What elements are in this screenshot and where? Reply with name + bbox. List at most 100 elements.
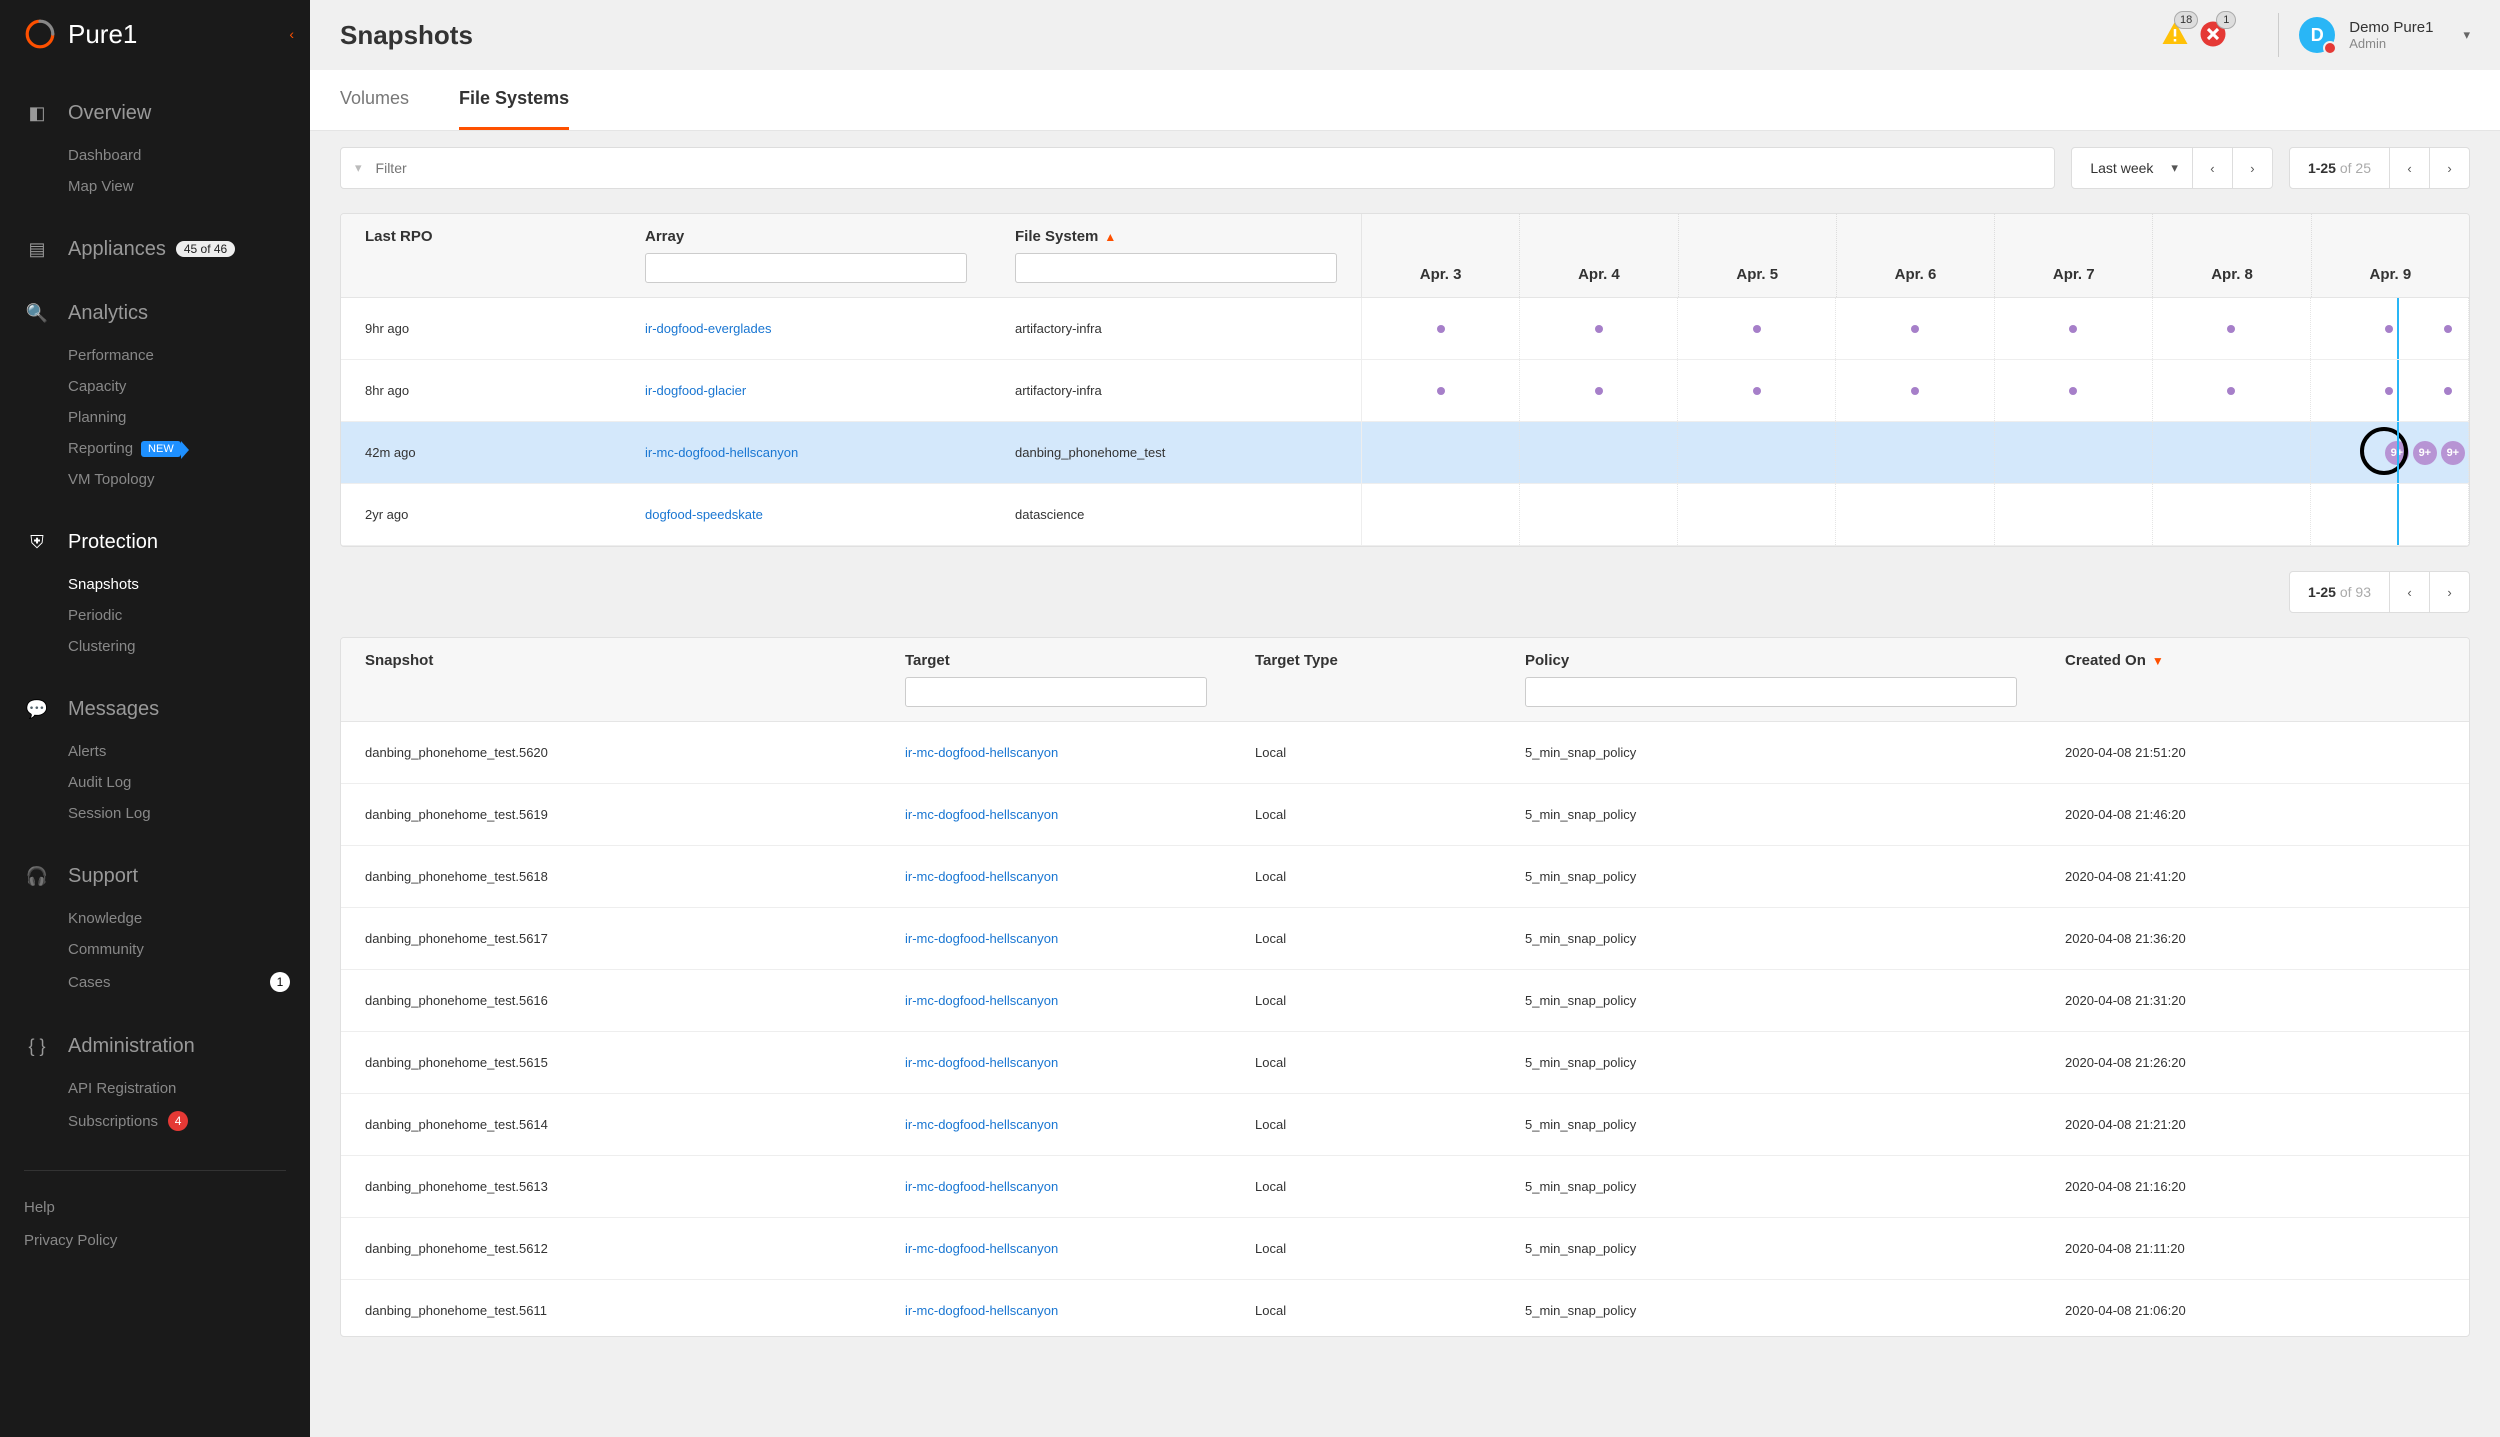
nav-privacy[interactable]: Privacy Policy — [24, 1224, 286, 1257]
nav-item-cases[interactable]: Cases 1 — [68, 965, 310, 999]
col-created-header[interactable]: Created On ▼ — [2065, 652, 2445, 669]
target-filter-input[interactable] — [905, 677, 1207, 707]
col-policy-header[interactable]: Policy — [1525, 652, 2017, 669]
nav-overview[interactable]: ◧ Overview — [0, 90, 310, 136]
toolbar: ▾ Last week ▾ ‹ › 1-25 of 25 ‹ › — [340, 147, 2470, 189]
snapshot-row[interactable]: danbing_phonehome_test.5614ir-mc-dogfood… — [341, 1094, 2469, 1156]
user-menu[interactable]: D Demo Pure1 Admin ▾ — [2299, 17, 2470, 53]
pager-prev-button[interactable]: ‹ — [2389, 147, 2429, 189]
nav-item-clustering[interactable]: Clustering — [68, 631, 310, 662]
nav-item-alerts[interactable]: Alerts — [68, 736, 310, 767]
nav-item-subs[interactable]: Subscriptions 4 — [68, 1104, 310, 1138]
array-link[interactable]: ir-dogfood-glacier — [645, 383, 746, 398]
tab-volumes[interactable]: Volumes — [340, 70, 409, 130]
fs-filter-input[interactable] — [1015, 253, 1337, 283]
timeline-row[interactable]: 2yr agodogfood-speedskatedatascience — [341, 484, 2469, 546]
array-link[interactable]: ir-dogfood-everglades — [645, 321, 771, 336]
overview-icon: ◧ — [24, 100, 50, 126]
array-link[interactable]: dogfood-speedskate — [645, 507, 763, 522]
snapshot-row[interactable]: danbing_phonehome_test.5613ir-mc-dogfood… — [341, 1156, 2469, 1218]
target-link[interactable]: ir-mc-dogfood-hellscanyon — [905, 807, 1058, 822]
alert-warning-icon[interactable]: 18 — [2160, 19, 2190, 52]
nav-item-auditlog[interactable]: Audit Log — [68, 767, 310, 798]
col-fs-label: File System — [1015, 228, 1098, 245]
nav-support[interactable]: 🎧 Support — [0, 853, 310, 899]
range-next-button[interactable]: › — [2232, 147, 2272, 189]
target-link[interactable]: ir-mc-dogfood-hellscanyon — [905, 1303, 1058, 1318]
nav-item-sessionlog[interactable]: Session Log — [68, 798, 310, 829]
nav-admin[interactable]: { } Administration — [0, 1023, 310, 1069]
nav-item-snapshots[interactable]: Snapshots — [68, 569, 310, 600]
cell-targettype: Local — [1231, 1303, 1501, 1318]
snapshot-row[interactable]: danbing_phonehome_test.5618 ir-mc-dogfood… — [341, 846, 2469, 908]
filter-field[interactable] — [376, 160, 2041, 176]
col-rpo-header[interactable]: Last RPO — [365, 228, 597, 245]
nav-protection[interactable]: ⛨ Protection — [0, 519, 310, 565]
nav-item-performance[interactable]: Performance — [68, 340, 310, 371]
col-array-header[interactable]: Array — [645, 228, 967, 245]
col-target-header[interactable]: Target — [905, 652, 1207, 669]
cell-policy: 5_min_snap_policy — [1501, 1241, 2041, 1256]
nav-overview-label: Overview — [68, 102, 151, 125]
nav-item-mapview[interactable]: Map View — [68, 171, 310, 202]
target-link[interactable]: ir-mc-dogfood-hellscanyon — [905, 1055, 1058, 1070]
timeline-row[interactable]: 8hr agoir-dogfood-glacierartifactory-inf… — [341, 360, 2469, 422]
target-link[interactable]: ir-mc-dogfood-hellscanyon — [905, 993, 1058, 1008]
collapse-sidebar-icon[interactable]: ‹ — [289, 26, 294, 42]
snapshot-row[interactable]: danbing_phonehome_test.5616ir-mc-dogfood… — [341, 970, 2469, 1032]
messages-icon: 💬 — [24, 696, 50, 722]
nav-analytics[interactable]: 🔍 Analytics — [0, 290, 310, 336]
nav-item-capacity[interactable]: Capacity — [68, 371, 310, 402]
pager-next-button[interactable]: › — [2429, 147, 2469, 189]
nav-item-reporting[interactable]: Reporting NEW — [68, 433, 310, 464]
day-cell — [2311, 360, 2469, 421]
range-selector[interactable]: Last week ▾ ‹ › — [2071, 147, 2273, 189]
cell-targettype: Local — [1231, 807, 1501, 822]
day-cell — [1520, 298, 1678, 359]
nav-item-knowledge[interactable]: Knowledge — [68, 903, 310, 934]
timeline-header: Last RPO Array File System ▲ Apr. 3Apr. … — [341, 214, 2469, 298]
array-filter-input[interactable] — [645, 253, 967, 283]
pager-next-button[interactable]: › — [2429, 571, 2469, 613]
tab-filesystems[interactable]: File Systems — [459, 70, 569, 130]
target-link[interactable]: ir-mc-dogfood-hellscanyon — [905, 745, 1058, 760]
array-link[interactable]: ir-mc-dogfood-hellscanyon — [645, 445, 798, 460]
cell-snapshot: danbing_phonehome_test.5618 — [341, 869, 881, 884]
col-snapshot-header[interactable]: Snapshot — [365, 652, 857, 669]
snapshot-row[interactable]: danbing_phonehome_test.5612ir-mc-dogfood… — [341, 1218, 2469, 1280]
pager-prev-button[interactable]: ‹ — [2389, 571, 2429, 613]
timeline-row[interactable]: 9hr agoir-dogfood-evergladesartifactory-… — [341, 298, 2469, 360]
filter-input[interactable]: ▾ — [340, 147, 2055, 189]
cell-targettype: Local — [1231, 1179, 1501, 1194]
snapshot-row[interactable]: danbing_phonehome_test.5615ir-mc-dogfood… — [341, 1032, 2469, 1094]
nav-item-vmtopology[interactable]: VM Topology — [68, 464, 310, 495]
avatar-initial: D — [2311, 25, 2324, 46]
cell-created: 2020-04-08 21:21:20 — [2041, 1117, 2469, 1132]
target-link[interactable]: ir-mc-dogfood-hellscanyon — [905, 1241, 1058, 1256]
snapshot-row[interactable]: danbing_phonehome_test.5611ir-mc-dogfood… — [341, 1280, 2469, 1337]
target-link[interactable]: ir-mc-dogfood-hellscanyon — [905, 1179, 1058, 1194]
nav-item-periodic[interactable]: Periodic — [68, 600, 310, 631]
nav-help[interactable]: Help — [24, 1191, 286, 1224]
brand[interactable]: Pure1 ‹ — [0, 0, 310, 68]
target-link[interactable]: ir-mc-dogfood-hellscanyon — [905, 869, 1058, 884]
nav-item-dashboard[interactable]: Dashboard — [68, 140, 310, 171]
nav-item-api[interactable]: API Registration — [68, 1073, 310, 1104]
range-prev-button[interactable]: ‹ — [2192, 147, 2232, 189]
nav-item-community[interactable]: Community — [68, 934, 310, 965]
day-cell — [2311, 484, 2469, 545]
timeline-row[interactable]: 42m agoir-mc-dogfood-hellscanyondanbing_… — [341, 422, 2469, 484]
snapshot-row[interactable]: danbing_phonehome_test.5620ir-mc-dogfood… — [341, 722, 2469, 784]
nav-item-planning[interactable]: Planning — [68, 402, 310, 433]
snapshot-row[interactable]: danbing_phonehome_test.5619ir-mc-dogfood… — [341, 784, 2469, 846]
col-fs-header[interactable]: File System ▲ — [1015, 228, 1337, 245]
snapshot-row[interactable]: danbing_phonehome_test.5617ir-mc-dogfood… — [341, 908, 2469, 970]
policy-filter-input[interactable] — [1525, 677, 2017, 707]
nav-messages[interactable]: 💬 Messages — [0, 686, 310, 732]
nav-appliances[interactable]: ▤ Appliances 45 of 46 — [0, 226, 310, 272]
alert-error-icon[interactable]: 1 — [2198, 19, 2228, 52]
target-link[interactable]: ir-mc-dogfood-hellscanyon — [905, 931, 1058, 946]
day-cell — [1995, 422, 2153, 483]
target-link[interactable]: ir-mc-dogfood-hellscanyon — [905, 1117, 1058, 1132]
col-targettype-header[interactable]: Target Type — [1255, 652, 1477, 669]
